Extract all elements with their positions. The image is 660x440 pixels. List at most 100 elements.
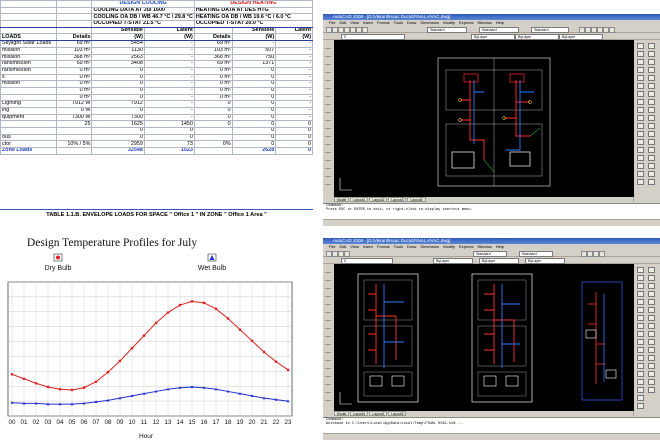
modify-tool-icon[interactable] (637, 123, 644, 129)
modify-tool-icon[interactable] (648, 123, 655, 129)
text-icon[interactable] (325, 355, 331, 361)
layout-tab[interactable]: Model (334, 197, 350, 202)
modify-tool-icon[interactable] (648, 115, 655, 121)
circle-icon[interactable] (325, 179, 331, 185)
modify-tool-icon[interactable] (648, 99, 655, 105)
arc-icon[interactable] (325, 299, 331, 305)
modify-tool-icon[interactable] (648, 139, 655, 145)
polygon-icon[interactable] (325, 155, 331, 161)
arc-icon[interactable] (325, 395, 331, 401)
modify-tool-icon[interactable] (648, 59, 655, 65)
modify-tool-icon[interactable] (637, 43, 644, 49)
modify-tool-icon[interactable] (637, 267, 644, 273)
modify-tool-icon[interactable] (637, 67, 644, 73)
modify-tool-icon[interactable] (648, 315, 655, 321)
layout-tab[interactable]: Layout3 (388, 197, 407, 202)
modify-tool-icon[interactable] (637, 163, 644, 169)
modify-tool-icon[interactable] (637, 331, 644, 337)
modify-tool-icon[interactable] (637, 51, 644, 57)
polyline-icon[interactable] (325, 51, 331, 57)
modify-tool-icon[interactable] (637, 91, 644, 97)
modify-tool-icon[interactable] (648, 331, 655, 337)
modify-tool-icon[interactable] (648, 147, 655, 153)
rectangle-icon[interactable] (325, 387, 331, 393)
circle-icon[interactable] (325, 307, 331, 313)
modify-tool-icon[interactable] (648, 291, 655, 297)
modify-tool-icon[interactable] (637, 371, 644, 377)
modify-tool-icon[interactable] (637, 171, 644, 177)
arc-icon[interactable] (325, 171, 331, 177)
circle-icon[interactable] (325, 83, 331, 89)
modify-tool-icon[interactable] (648, 83, 655, 89)
layout-tab[interactable]: Layout3 (388, 411, 407, 416)
modify-tool-icon[interactable] (648, 107, 655, 113)
cad-top-command-line[interactable]: Command: Press ESC or ENTER to exit, or … (323, 203, 660, 220)
rectangle-icon[interactable] (325, 163, 331, 169)
modify-tool-icon[interactable] (637, 355, 644, 361)
modify-tool-icon[interactable] (637, 387, 644, 393)
arc-icon[interactable] (325, 75, 331, 81)
modify-tool-icon[interactable] (637, 403, 644, 409)
layout-tab[interactable]: Layout1 (350, 197, 369, 202)
modify-tool-icon[interactable] (637, 307, 644, 313)
polyline-icon[interactable] (325, 371, 331, 377)
modify-tool-icon[interactable] (637, 59, 644, 65)
modify-tool-icon[interactable] (648, 275, 655, 281)
modify-tool-icon[interactable] (648, 75, 655, 81)
modify-tool-icon[interactable] (637, 131, 644, 137)
modify-tool-icon[interactable] (637, 299, 644, 305)
modify-tool-icon[interactable] (648, 371, 655, 377)
insert-block-icon[interactable] (325, 107, 331, 113)
hatch-icon[interactable] (325, 339, 331, 345)
modify-tool-icon[interactable] (637, 339, 644, 345)
modify-tool-icon[interactable] (648, 155, 655, 161)
modify-tool-icon[interactable] (648, 355, 655, 361)
modify-tool-icon[interactable] (648, 323, 655, 329)
rectangle-icon[interactable] (325, 291, 331, 297)
modify-tool-icon[interactable] (648, 91, 655, 97)
modify-tool-icon[interactable] (637, 291, 644, 297)
ellipse-icon[interactable] (325, 99, 331, 105)
rectangle-icon[interactable] (325, 67, 331, 73)
modify-tool-icon[interactable] (637, 147, 644, 153)
region-icon[interactable] (325, 123, 331, 129)
modify-tool-icon[interactable] (648, 43, 655, 49)
polygon-icon[interactable] (325, 59, 331, 65)
modify-tool-icon[interactable] (648, 51, 655, 57)
modify-tool-icon[interactable] (648, 67, 655, 73)
polyline-icon[interactable] (325, 147, 331, 153)
modify-tool-icon[interactable] (637, 347, 644, 353)
modify-tool-icon[interactable] (637, 107, 644, 113)
polygon-icon[interactable] (325, 283, 331, 289)
modify-tool-icon[interactable] (637, 155, 644, 161)
ellipse-icon[interactable] (325, 323, 331, 329)
cad-bottom-command-line[interactable]: Command: Autosave to C:\Users\Local\AppD… (323, 417, 660, 434)
layout-tab[interactable]: Layout2 (369, 411, 388, 416)
modify-tool-icon[interactable] (637, 139, 644, 145)
modify-tool-icon[interactable] (648, 299, 655, 305)
modify-tool-icon[interactable] (648, 171, 655, 177)
modify-tool-icon[interactable] (637, 379, 644, 385)
modify-tool-icon[interactable] (637, 75, 644, 81)
modify-tool-icon[interactable] (648, 363, 655, 369)
insert-block-icon[interactable] (325, 331, 331, 337)
modify-tool-icon[interactable] (648, 379, 655, 385)
layout-tab[interactable]: Layout2 (369, 197, 388, 202)
line-icon[interactable] (325, 43, 331, 49)
modify-tool-icon[interactable] (637, 395, 644, 401)
modify-tool-icon[interactable] (637, 363, 644, 369)
modify-tool-icon[interactable] (637, 99, 644, 105)
modify-tool-icon[interactable] (648, 267, 655, 273)
modify-tool-icon[interactable] (648, 163, 655, 169)
line-icon[interactable] (325, 363, 331, 369)
cad-bottom-drawing-canvas[interactable] (334, 264, 634, 411)
layout-tab[interactable]: Model (334, 411, 350, 416)
modify-tool-icon[interactable] (648, 283, 655, 289)
layout-tab[interactable]: Layout1 (350, 411, 369, 416)
modify-tool-icon[interactable] (637, 83, 644, 89)
polyline-icon[interactable] (325, 275, 331, 281)
modify-tool-icon[interactable] (637, 115, 644, 121)
line-icon[interactable] (325, 267, 331, 273)
modify-tool-icon[interactable] (637, 323, 644, 329)
polygon-icon[interactable] (325, 379, 331, 385)
